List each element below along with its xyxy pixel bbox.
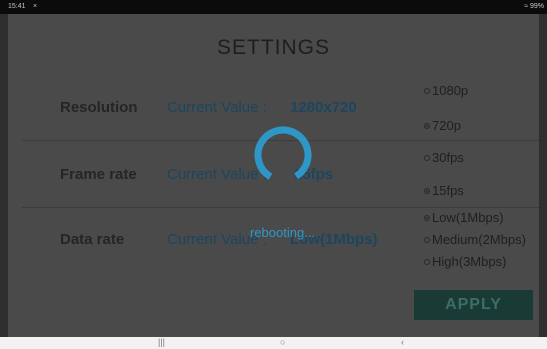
rebooting-message: rebooting... [250, 225, 316, 240]
radio-15fps[interactable]: 15fps [424, 183, 464, 198]
radio-high-3mbps[interactable]: High(3Mbps) [424, 254, 506, 269]
radio-selected-icon [424, 215, 430, 221]
radio-icon [424, 155, 430, 161]
resolution-current-prefix: Current Value : [167, 99, 267, 116]
page-title: SETTINGS [216, 36, 330, 59]
home-icon[interactable]: ○ [280, 337, 285, 347]
settings-screen: SETTINGS Resolution Current Value : 1280… [8, 14, 539, 337]
wifi-icon: ≈ [524, 3, 529, 10]
apply-button[interactable]: APPLY [414, 290, 533, 320]
resolution-label: Resolution [60, 99, 138, 116]
radio-selected-icon [424, 188, 430, 194]
radio-1080p[interactable]: 1080p [424, 83, 468, 98]
radio-icon [424, 88, 430, 94]
radio-30fps[interactable]: 30fps [424, 150, 464, 165]
battery-indicator: ≈ 99% [524, 3, 544, 10]
data-rate-label: Data rate [60, 231, 125, 248]
frame-rate-label: Frame rate [60, 166, 137, 183]
radio-720p[interactable]: 720p [424, 118, 461, 133]
radio-icon [424, 259, 430, 265]
back-icon[interactable]: ‹ [401, 337, 404, 347]
resolution-current-value: 1280x720 [290, 99, 357, 116]
system-nav-bar: ||| ○ ‹ [0, 337, 547, 349]
battery-level: 99% [529, 3, 544, 10]
status-bar: 15:41 × ≈ 99% [0, 0, 547, 14]
radio-medium-2mbps[interactable]: Medium(2Mbps) [424, 232, 526, 247]
radio-icon [424, 237, 430, 243]
status-time: 15:41 [8, 3, 26, 10]
loading-spinner-icon [254, 126, 312, 184]
notification-icon: × [33, 3, 38, 10]
recents-icon[interactable]: ||| [158, 337, 165, 347]
divider [22, 207, 539, 208]
radio-selected-icon [424, 123, 430, 129]
radio-low-1mbps[interactable]: Low(1Mbps) [424, 210, 504, 225]
frame-rate-current-prefix: Current Value : [167, 166, 267, 183]
